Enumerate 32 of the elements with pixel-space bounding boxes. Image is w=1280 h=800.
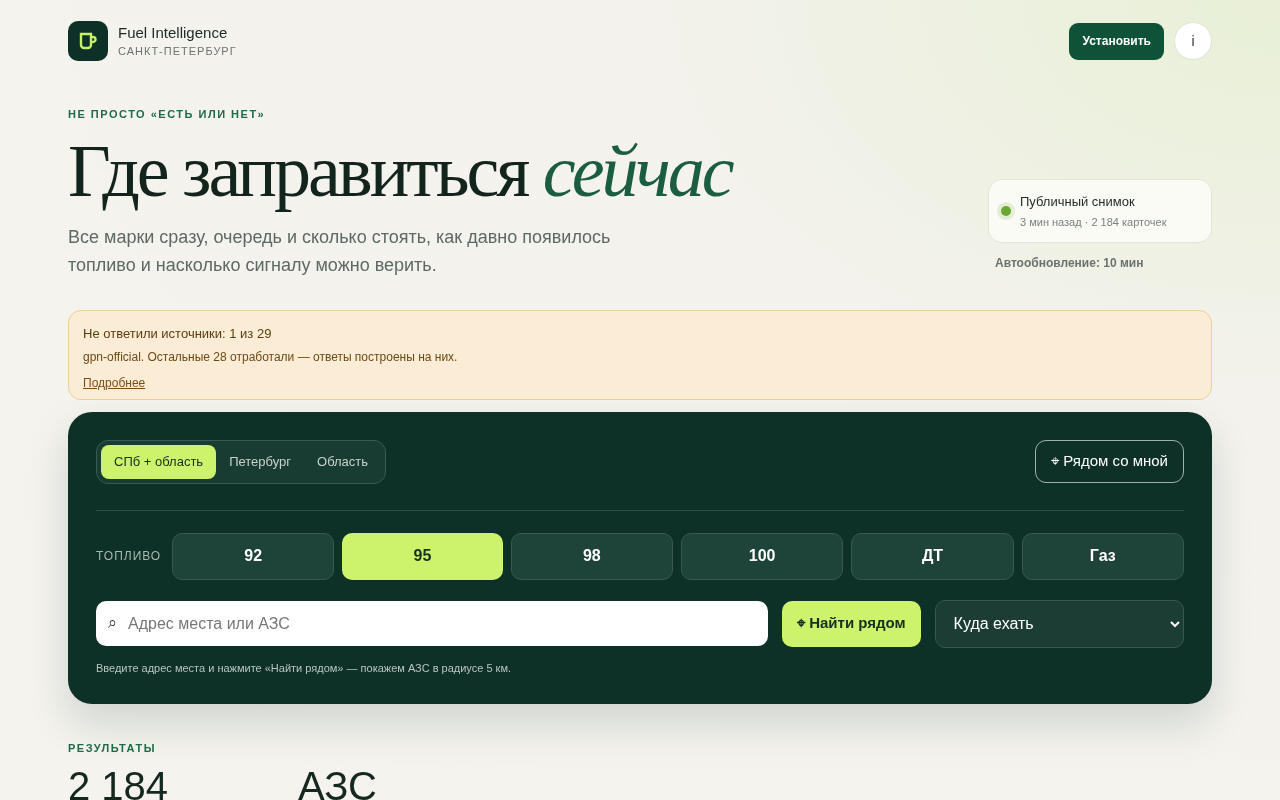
details-link[interactable]: Подробнее — [83, 374, 146, 392]
fuel-option[interactable]: 98 — [510, 532, 673, 580]
hero-description: Все марки сразу, очередь и сколько стоять, как давно появилось топливо и насколько сигналу можно верить. — [68, 225, 612, 277]
fuel-option[interactable]: Газ — [1021, 532, 1184, 580]
results-label: РЕЗУЛЬТАТЫ — [68, 740, 157, 756]
hero-title: Где заправиться сейчас — [68, 130, 732, 211]
find-nearby-button[interactable]: ⌖ Найти рядом — [782, 600, 921, 647]
search-icon: ⌕ — [108, 613, 117, 633]
eyebrow-label: НЕ ПРОСТО «ЕСТЬ ИЛИ НЕТ» — [68, 107, 267, 122]
fuel-option[interactable]: 100 — [681, 532, 844, 580]
fuel-option[interactable]: 95 — [342, 532, 503, 580]
info-button[interactable]: i — [1174, 22, 1212, 60]
region-tab[interactable]: Петербург — [216, 444, 305, 479]
fuel-label: ТОПЛИВО — [96, 548, 163, 565]
install-button[interactable]: Установить — [1069, 22, 1164, 60]
fuel-option[interactable]: ДТ — [851, 532, 1014, 580]
autoupdate-label: Автообновление: 10 мин — [994, 255, 1145, 272]
fuel-option[interactable]: 92 — [172, 532, 335, 580]
logo-icon — [68, 21, 108, 61]
results-count: 2 184 — [68, 764, 169, 800]
snapshot-title: Публичный снимок — [1020, 192, 1136, 211]
warning-title: Не ответили источники: 1 из 29 — [83, 324, 272, 343]
brand-name: Fuel Intelligence — [118, 23, 229, 43]
search-hint: Введите адрес места и нажмите «Найти рядом» — покажем АЗС в радиусе 5 км. — [96, 660, 512, 676]
results-unit: АЗС — [298, 764, 377, 800]
warning-text: gpn-official. Остальные 28 отработали — ответы построены на них. — [83, 349, 458, 366]
region-tab[interactable]: Область — [304, 444, 382, 479]
destination-select[interactable]: Куда ехать — [934, 599, 1184, 648]
snapshot-meta: 3 мин назад · 2 184 карточек — [1020, 215, 1167, 230]
region-tab[interactable]: СПб + область — [101, 444, 217, 479]
nearby-button[interactable]: ⌖ Рядом со мной — [1035, 440, 1184, 483]
city-label: САНКТ-ПЕТЕРБУРГ — [118, 44, 237, 59]
